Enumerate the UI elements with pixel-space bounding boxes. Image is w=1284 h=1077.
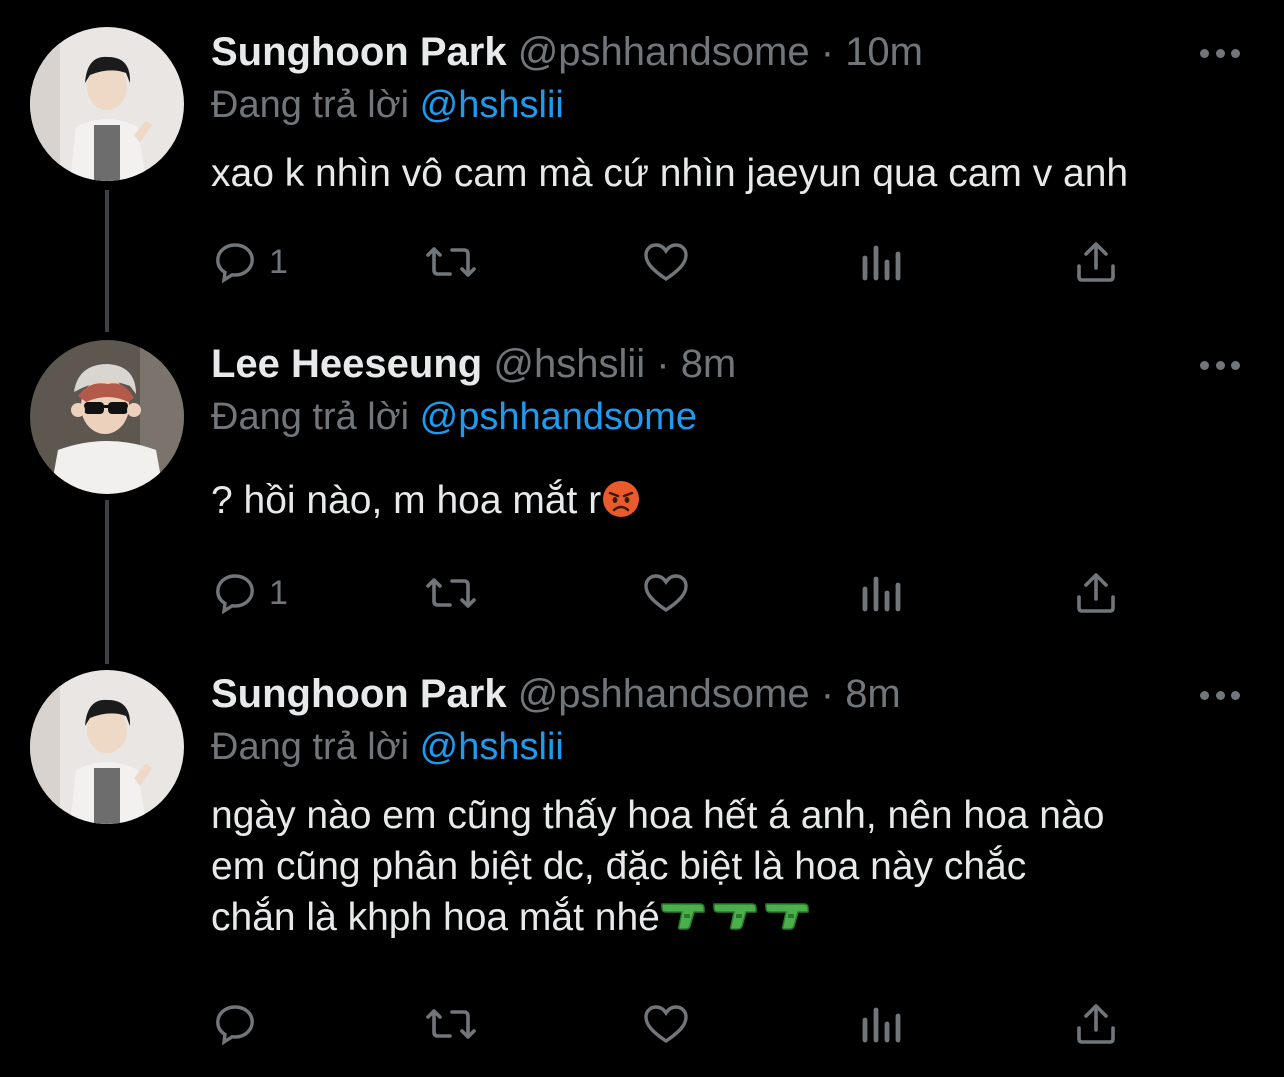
tweet-text: ngày nào em cũng thấy hoa hết á anh, nên… [211,790,1251,943]
like-icon [644,1005,688,1044]
tweet-text-line: ngày nào em cũng thấy hoa hết á anh, nên… [211,794,1105,837]
meta-separator: · [820,672,835,716]
tweet-text-line: em cũng phân biệt dc, đặc biệt là hoa nà… [211,845,1027,888]
analytics-icon [862,1007,901,1043]
reply-button[interactable] [211,1000,269,1048]
replying-to: Đang trả lời @hshslii [211,724,564,770]
tweet-header: Sunghoon Park @pshhandsome · 8m [211,670,901,718]
timestamp[interactable]: 8m [845,672,901,716]
tweet-actions [211,1000,1171,1048]
water-pistol-emoji [661,903,809,930]
reply-icon [216,1005,254,1046]
share-button[interactable] [1073,1000,1119,1048]
like-button[interactable] [641,1000,691,1048]
avatar[interactable] [30,670,184,824]
tweet-text-line: chắn là khph hoa mắt nhé [211,892,1251,943]
replying-to-handle[interactable]: @hshslii [420,726,564,768]
retweet-button[interactable] [424,1000,478,1048]
replying-to-label: Đang trả lời [211,726,410,768]
display-name[interactable]: Sunghoon Park [211,672,507,716]
more-dots-icon[interactable] [1200,689,1240,701]
tweet[interactable]: Sunghoon Park @pshhandsome · 8m Đang trả… [0,0,1284,1077]
analytics-button[interactable] [859,1000,903,1048]
share-icon [1077,1004,1115,1044]
retweet-icon [426,1009,476,1039]
user-handle[interactable]: @pshhandsome [518,672,810,716]
tweet-text-content: chắn là khph hoa mắt nhé [211,896,660,939]
